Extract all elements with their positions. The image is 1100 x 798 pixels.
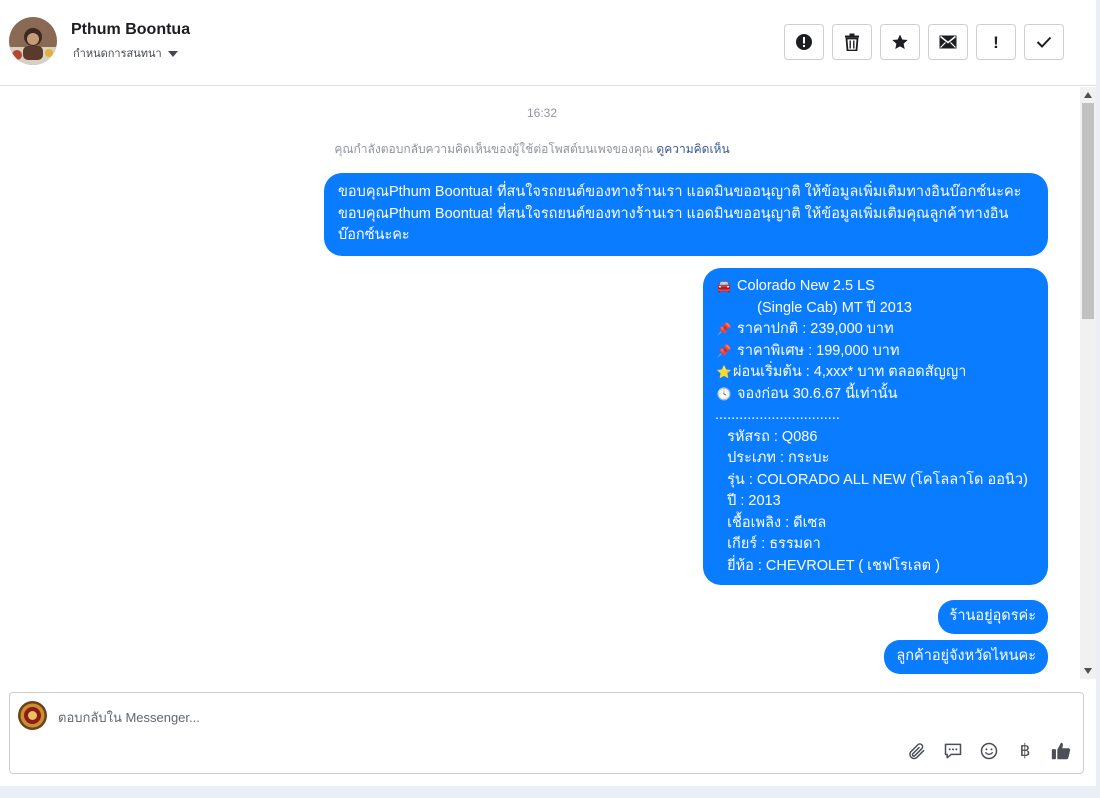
- message-text: ขอบคุณPthum Boontua! ที่สนใจรถยนต์ของทาง…: [338, 184, 1022, 243]
- message-bubble: ร้านอยู่อุดรค่ะ: [937, 600, 1048, 634]
- reply-input[interactable]: [58, 707, 758, 727]
- like-button[interactable]: [1049, 739, 1073, 763]
- page-avatar: [18, 701, 47, 730]
- attach-button[interactable]: [905, 739, 929, 763]
- envelope-icon: [939, 35, 957, 49]
- assign-conversation-dropdown[interactable]: กำหนดการสนทนา: [73, 44, 178, 62]
- message-bubble: ลูกค้าอยู่จังหวัดไหนคะ: [884, 640, 1048, 674]
- scroll-up-arrow-icon[interactable]: [1084, 92, 1092, 98]
- car-emoji-icon: 🚘: [716, 279, 732, 293]
- paperclip-icon: [909, 743, 925, 760]
- message-line: 📌 ราคาพิเศษ : 199,000 บาท: [715, 341, 1036, 363]
- smiley-icon: [980, 742, 998, 760]
- pushpin-emoji-icon: 📌: [716, 343, 732, 358]
- thread-scrollbar[interactable]: [1080, 87, 1096, 679]
- message-bubble-car-details: 🚘 Colorado New 2.5 LS (Single Cab) MT ปี…: [703, 268, 1048, 585]
- avatar-image: [9, 17, 57, 65]
- message-bubble: ขอบคุณPthum Boontua! ที่สนใจรถยนต์ของทาง…: [324, 173, 1048, 256]
- page-logo-icon: [18, 701, 47, 730]
- reply-composer: ฿: [9, 692, 1084, 774]
- message-line: (Single Cab) MT ปี 2013: [733, 299, 912, 316]
- message-line: 🕓 จองก่อน 30.6.67 นี้เท่านั้น: [715, 384, 1036, 406]
- conversation-header: Pthum Boontua กำหนดการสนทนา !: [0, 0, 1096, 86]
- trash-icon: [845, 33, 859, 51]
- header-actions: !: [784, 24, 1064, 60]
- message-line: 📌 ราคาปกติ : 239,000 บาท: [715, 319, 1036, 341]
- contact-name: Pthum Boontua: [71, 21, 191, 38]
- scroll-down-arrow-icon[interactable]: [1084, 668, 1092, 674]
- comment-reply-notice: คุณกำลังตอบกลับความคิดเห็นของผู้ใช้ต่อโพ…: [0, 140, 1064, 159]
- message-line: เกียร์ : ธรรมดา: [715, 536, 821, 552]
- clock-emoji-icon: 🕓: [716, 386, 732, 401]
- avatar[interactable]: [9, 17, 57, 65]
- scrollbar-thumb[interactable]: [1082, 103, 1094, 319]
- caret-down-icon: [167, 50, 178, 57]
- baht-icon: ฿: [1019, 741, 1031, 761]
- inbox-panel: Pthum Boontua กำหนดการสนทนา ! 16:32 คุณก…: [0, 0, 1096, 786]
- message-line: 🚘 Colorado New 2.5 LS: [715, 276, 1036, 298]
- notice-text: คุณกำลังตอบกลับความคิดเห็นของผู้ใช้ต่อโพ…: [334, 142, 654, 156]
- mark-unread-button[interactable]: [928, 24, 968, 60]
- follow-up-button[interactable]: !: [976, 24, 1016, 60]
- chat-bubble-icon: [944, 743, 962, 759]
- view-comment-link[interactable]: ดูความคิดเห็น: [656, 142, 729, 156]
- saved-replies-button[interactable]: [941, 739, 965, 763]
- delete-button[interactable]: [832, 24, 872, 60]
- message-text: ร้านอยู่อุดรค่ะ: [949, 608, 1036, 624]
- thumbs-up-icon: [1051, 742, 1071, 760]
- emoji-button[interactable]: [977, 739, 1001, 763]
- pushpin-emoji-icon: 📌: [716, 322, 732, 336]
- message-line: ประเภท : กระบะ: [715, 450, 830, 466]
- message-line: รหัสรถ : Q086: [715, 428, 818, 445]
- star-icon: [892, 34, 908, 50]
- message-line: ⭐ ผ่อนเริ่มต้น : 4,xxx* บาท ตลอดสัญญา: [715, 362, 1036, 384]
- message-text: ลูกค้าอยู่จังหวัดไหนคะ: [896, 648, 1036, 664]
- message-thread[interactable]: 16:32 คุณกำลังตอบกลับความคิดเห็นของผู้ใช…: [0, 87, 1080, 679]
- message-line: ยี่ห้อ : CHEVROLET ( เชฟโรเลต ): [715, 557, 940, 574]
- composer-tools: ฿: [905, 739, 1073, 763]
- payment-button[interactable]: ฿: [1013, 739, 1037, 763]
- message-line: ...............................: [715, 407, 840, 423]
- mark-done-button[interactable]: [1024, 24, 1064, 60]
- alert-circle-icon: [796, 34, 812, 50]
- star-emoji-icon: ⭐: [716, 365, 732, 379]
- star-button[interactable]: [880, 24, 920, 60]
- exclamation-icon: !: [993, 32, 999, 52]
- message-timestamp: 16:32: [526, 106, 558, 120]
- message-line: รุ่น : COLORADO ALL NEW (โคโลลาโด ออนิว): [715, 471, 1028, 488]
- message-line: เชื้อเพลิง : ดีเซล: [715, 514, 827, 531]
- check-icon: [1036, 36, 1052, 48]
- message-line: ปี : 2013: [715, 493, 781, 509]
- assign-conversation-label: กำหนดการสนทนา: [73, 48, 162, 60]
- spam-button[interactable]: [784, 24, 824, 60]
